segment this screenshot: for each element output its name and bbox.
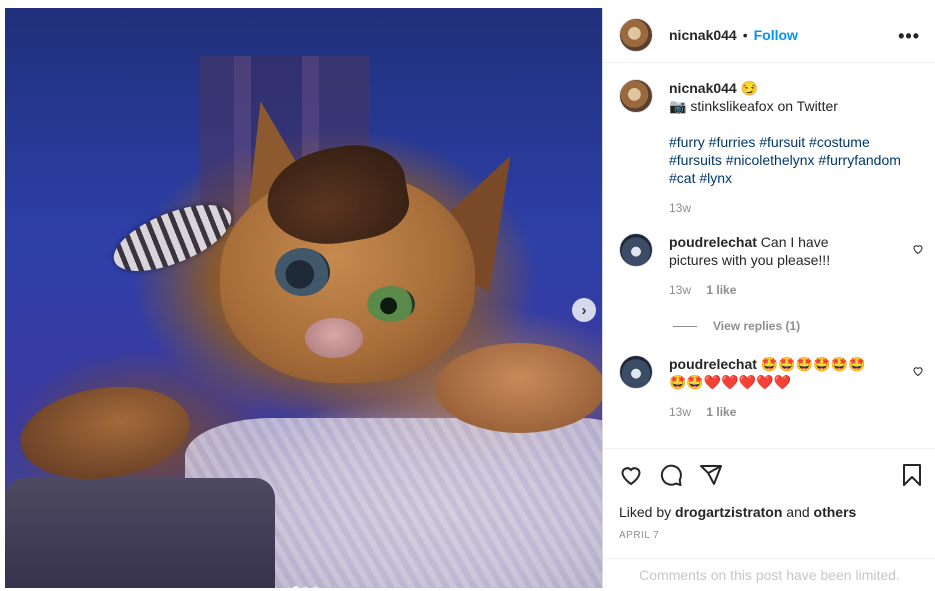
follow-button[interactable]: Follow (754, 27, 798, 43)
caption-hashtags[interactable]: #furry #furries #fursuit #costume #fursu… (669, 134, 901, 186)
action-bar (603, 448, 935, 499)
couch (5, 478, 275, 588)
likes-and: and (786, 504, 810, 520)
heart-icon[interactable] (912, 365, 924, 377)
comment-likes[interactable]: 1 like (706, 283, 736, 297)
view-replies-button[interactable]: View replies (1) (673, 319, 935, 333)
more-options-icon[interactable]: ••• (898, 26, 920, 47)
post-side-panel: nicnak044 • Follow ••• nicnak044 😏 📷 sti… (602, 8, 935, 588)
comment-icon[interactable] (659, 463, 683, 487)
comments-list: nicnak044 😏 📷 stinkslikeafox on Twitter … (603, 79, 935, 421)
comment-likes[interactable]: 1 like (706, 405, 736, 419)
caption-time[interactable]: 13w (669, 199, 909, 217)
view-replies-label: View replies (1) (713, 319, 801, 333)
likes-prefix: Liked by (619, 504, 672, 520)
comment-username[interactable]: poudrelechat (669, 356, 757, 372)
heart-icon[interactable] (912, 243, 924, 255)
header-username[interactable]: nicnak044 (669, 27, 737, 43)
comment-time[interactable]: 13w (669, 283, 691, 297)
separator-dot: • (742, 27, 748, 43)
caption-emoji: 😏 (740, 80, 759, 96)
avatar[interactable] (619, 18, 653, 52)
post-photo[interactable]: › (5, 8, 602, 588)
likes-user[interactable]: drogartzistraton (675, 504, 782, 520)
left-eye (275, 248, 330, 296)
caption-username[interactable]: nicnak044 (669, 80, 737, 96)
comment-item: poudrelechat Can I have pictures with yo… (603, 233, 935, 299)
avatar[interactable] (619, 233, 653, 267)
post-date[interactable]: APRIL 7 (619, 530, 659, 541)
likes-others[interactable]: others (814, 504, 857, 520)
chevron-right-icon: › (581, 301, 587, 319)
left-paw (14, 376, 196, 490)
comment-username[interactable]: poudrelechat (669, 234, 757, 250)
divider-line (673, 325, 697, 327)
caption: nicnak044 😏 📷 stinkslikeafox on Twitter … (603, 79, 935, 217)
next-image-button[interactable]: › (572, 298, 596, 322)
comment-time[interactable]: 13w (669, 405, 691, 419)
share-icon[interactable] (699, 463, 723, 487)
avatar[interactable] (619, 79, 653, 113)
bookmark-icon[interactable] (900, 463, 924, 487)
comments-limited-notice: Comments on this post have been limited. (603, 558, 935, 589)
right-eye (367, 286, 415, 322)
like-heart-icon[interactable] (619, 463, 643, 487)
caption-text: 📷 stinkslikeafox on Twitter (669, 98, 838, 114)
avatar[interactable] (619, 355, 653, 389)
nose (305, 318, 363, 358)
comment-item: poudrelechat 🤩🤩🤩🤩🤩🤩🤩🤩❤️❤️❤️❤️❤️ 13w 1 li… (603, 355, 935, 421)
post-header: nicnak044 • Follow ••• (603, 8, 935, 63)
likes-summary: Liked by drogartzistraton and others (619, 504, 856, 520)
right-paw (435, 343, 602, 433)
